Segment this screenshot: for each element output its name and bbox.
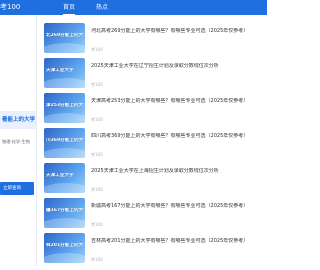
article-title[interactable]: 四川高考369分能上的大学有哪些？有哪些专业可选（2025年仅参考） [91,133,269,140]
sidebar-highlight-title: 看能上的大学 [0,111,36,129]
sidebar-item[interactable] [0,79,36,88]
sidebar-item[interactable] [0,25,36,34]
article-thumbnail[interactable]: 林201分能上的大学 [44,233,85,263]
article-card[interactable]: 天津工业大学 2025天津工业大学在辽宁招生计划及录取分数线位次分析 考100 [44,55,267,95]
thumbnail-caption: 天津工业大学 [46,68,74,73]
tab-hot[interactable]: 热点 [96,3,108,12]
article-source: 考100 [91,257,103,262]
article-feed: 北269分能上的大学 河北高考269分能上的大学有哪些？有哪些专业可选（2025… [44,20,267,266]
article-title[interactable]: 2025天津工业大学在上海招生计划及录取分数线位次分析 [91,168,269,175]
thumbnail-caption: 北269分能上的大学 [46,33,84,38]
subject-selector[interactable]: 物理·化学·生物 [0,137,36,146]
article-source: 考100 [91,187,103,192]
article-card[interactable]: 川369分能上的大学 四川高考369分能上的大学有哪些？有哪些专业可选（2025… [44,125,267,165]
article-title[interactable]: 2025天津工业大学在辽宁招生计划及录取分数线位次分析 [91,63,269,70]
article-card[interactable]: 北269分能上的大学 河北高考269分能上的大学有哪些？有哪些专业可选（2025… [44,20,267,60]
thumbnail-caption: 川369分能上的大学 [46,138,84,143]
thumbnail-caption: 津253分能上的大学 [46,103,84,108]
article-card[interactable]: 津253分能上的大学 天津高考253分能上的大学有哪些？有哪些专业可选（2025… [44,90,267,130]
tab-home[interactable]: 首页 [63,3,76,15]
top-navigation-bar: 考100 首页 热点 [0,0,267,15]
article-thumbnail[interactable]: 北269分能上的大学 [44,23,85,53]
article-card[interactable]: 林201分能上的大学 吉林高考201分能上的大学有哪些？有哪些专业可选（2025… [44,230,267,270]
thumbnail-caption: 疆167分能上的大学 [46,208,84,213]
article-title[interactable]: 新疆高考167分能上的大学有哪些？有哪些专业可选（2025年仅参考） [91,203,269,210]
article-card[interactable]: 天津工业大学 2025天津工业大学在上海招生计划及录取分数线位次分析 考100 [44,160,267,200]
article-card[interactable]: 疆167分能上的大学 新疆高考167分能上的大学有哪些？有哪些专业可选（2025… [44,195,267,235]
thumbnail-caption: 天津工业大学 [46,173,74,178]
article-thumbnail[interactable]: 天津工业大学 [44,58,85,88]
sidebar: 看能上的大学 物理·化学·生物 立即查询 [0,15,37,266]
article-source: 考100 [91,47,103,52]
article-source: 考100 [91,222,103,227]
sidebar-item[interactable] [0,61,36,70]
site-logo[interactable]: 考100 [0,2,20,12]
article-source: 考100 [91,152,103,157]
article-title[interactable]: 吉林高考201分能上的大学有哪些？有哪些专业可选（2025年仅参考） [91,238,269,245]
article-title[interactable]: 天津高考253分能上的大学有哪些？有哪些专业可选（2025年仅参考） [91,98,269,105]
article-source: 考100 [91,82,103,87]
article-thumbnail[interactable]: 疆167分能上的大学 [44,198,85,228]
thumbnail-caption: 林201分能上的大学 [46,243,84,248]
sidebar-item[interactable] [0,43,36,52]
article-source: 考100 [91,117,103,122]
article-thumbnail[interactable]: 津253分能上的大学 [44,93,85,123]
article-thumbnail[interactable]: 天津工业大学 [44,163,85,193]
query-button[interactable]: 立即查询 [0,182,34,195]
article-thumbnail[interactable]: 川369分能上的大学 [44,128,85,158]
article-title[interactable]: 河北高考269分能上的大学有哪些？有哪些专业可选（2025年仅参考） [91,28,269,35]
